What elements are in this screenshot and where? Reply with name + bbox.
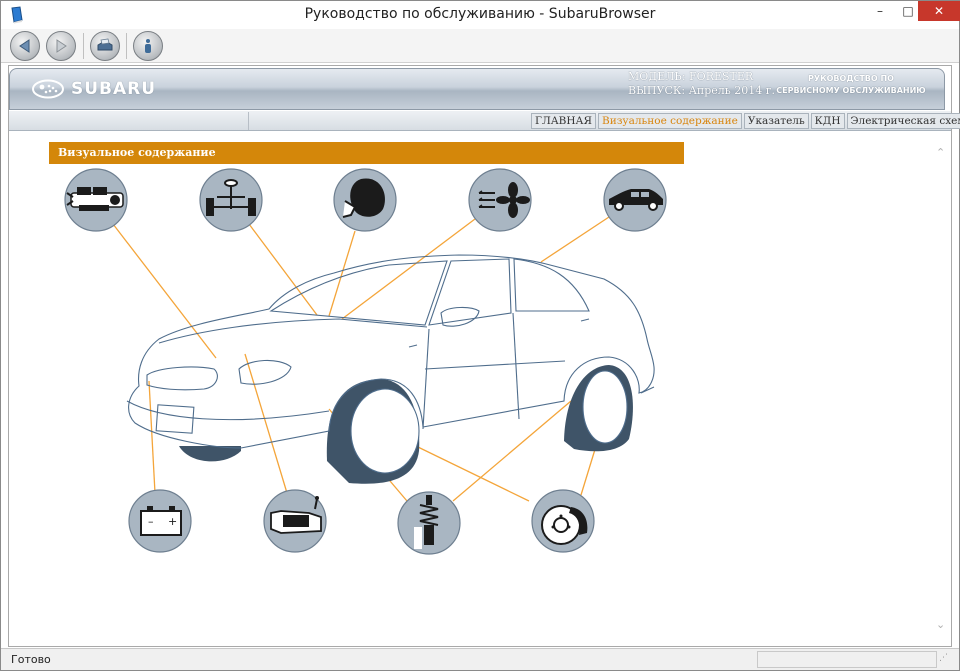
info-icon (145, 39, 151, 53)
tab-index[interactable]: Указатель (743, 113, 809, 129)
back-icon (19, 39, 30, 53)
tab-home[interactable]: ГЛАВНАЯ (531, 113, 596, 129)
nav-tabs: ГЛАВНАЯ Визуальное содержание Указатель … (531, 113, 960, 129)
battery-plus-label: + (168, 515, 177, 528)
logo-wordmark: SUBARU (71, 79, 157, 99)
resize-grip-icon[interactable]: ⋰ (939, 653, 953, 667)
manual-title: РУКОВОДСТВО ПО СЕРВИСНОМУ ОБСЛУЖИВАНИЮ (771, 73, 931, 97)
tab-wiring-diagram[interactable]: Электрическая схема (846, 113, 960, 129)
back-button[interactable] (10, 31, 40, 61)
forward-button[interactable] (46, 31, 76, 61)
hvac-hotspot[interactable] (468, 168, 532, 232)
manual-title-line2: СЕРВИСНОМУ ОБСЛУЖИВАНИЮ (776, 86, 926, 95)
print-icon (97, 38, 113, 51)
brake-disc-hotspot[interactable] (531, 489, 595, 553)
nav-left-pane (9, 112, 249, 130)
model-line: МОДЕЛЬ: FORESTER (628, 70, 754, 83)
toolbar (1, 29, 959, 63)
title-bar: Руководство по обслуживанию - SubaruBrow… (1, 1, 960, 29)
scroll-down-icon[interactable]: ⌄ (936, 618, 945, 631)
scroll-up-icon[interactable]: ⌃ (936, 146, 945, 159)
status-bar: Готово ⋰ (1, 648, 959, 670)
close-button[interactable]: ✕ (918, 1, 960, 21)
print-button[interactable] (90, 31, 120, 61)
info-button[interactable] (133, 31, 163, 61)
app-window: Руководство по обслуживанию - SubaruBrow… (0, 0, 960, 671)
status-pane (757, 651, 937, 668)
car-diagram: – + (64, 168, 667, 555)
shock-absorber-hotspot[interactable] (397, 491, 461, 555)
status-text: Готово (11, 653, 51, 666)
toolbar-separator (83, 33, 84, 59)
tab-visual-contents[interactable]: Визуальное содержание (597, 113, 742, 129)
engine-hotspot[interactable] (64, 168, 128, 232)
car-outline (126, 254, 655, 484)
battery-icon: – + (140, 506, 182, 536)
release-line: ВЫПУСК: Апрель 2014 г. (628, 84, 776, 97)
tab-kdn[interactable]: КДН (810, 113, 845, 129)
subaru-stars-icon (32, 79, 64, 99)
transmission-hotspot[interactable] (263, 489, 327, 553)
forward-icon (56, 39, 67, 53)
minimize-button[interactable]: – (865, 1, 895, 21)
battery-minus-label: – (148, 515, 154, 528)
model-info: МОДЕЛЬ: FORESTER ВЫПУСК: Апрель 2014 г. (628, 70, 775, 98)
subaru-logo: SUBARU (31, 78, 171, 100)
window-title: Руководство по обслуживанию - SubaruBrow… (304, 6, 656, 22)
airbag-hotspot[interactable] (333, 168, 397, 232)
manual-title-line1: РУКОВОДСТВО ПО (808, 74, 894, 83)
body-hotspot[interactable] (603, 168, 667, 232)
toolbar-separator (126, 33, 127, 59)
steering-suspension-hotspot[interactable] (199, 168, 263, 232)
battery-hotspot[interactable]: – + (128, 489, 192, 553)
